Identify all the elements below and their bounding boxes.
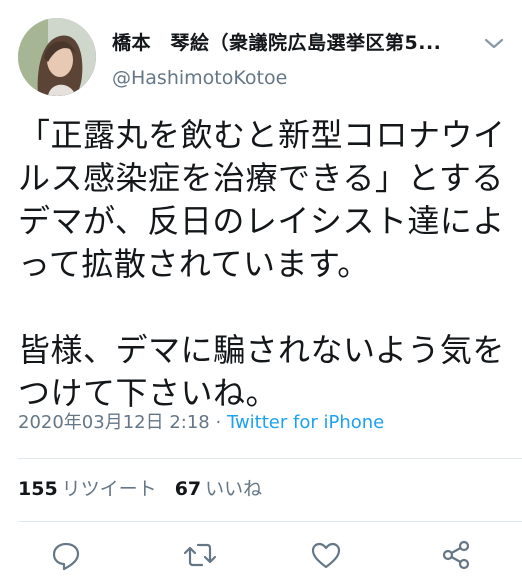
likes-stat[interactable]: 67 いいね <box>175 476 262 502</box>
divider <box>18 521 522 522</box>
tweet-text-line: ルス感染症を治療できる」とする <box>18 159 504 197</box>
tweet-text-line: って拡散されています。 <box>18 245 370 283</box>
tweet-stats: 155 リツイート 67 いいね <box>18 476 262 502</box>
tweet-text: 「正露丸を飲むと新型コロナウイ ルス感染症を治療できる」とする デマが、反日のレ… <box>18 114 510 415</box>
retweet-icon <box>183 543 217 567</box>
tweet-header: 橋本 琴絵（衆議院広島選挙区第5... @HashimotoKotoe <box>18 16 508 98</box>
author-names: 橋本 琴絵（衆議院広島選挙区第5... @HashimotoKotoe <box>112 30 472 90</box>
retweet-button[interactable] <box>180 535 220 575</box>
tweet-timestamp[interactable]: 2020年03月12日 2:18 <box>18 412 210 433</box>
author-handle[interactable]: @HashimotoKotoe <box>112 66 472 90</box>
avatar-photo <box>18 18 96 96</box>
reply-button[interactable] <box>46 535 86 575</box>
retweets-stat[interactable]: 155 リツイート <box>18 476 157 502</box>
like-button[interactable] <box>306 535 346 575</box>
meta-separator: · <box>209 412 227 433</box>
author-display-name[interactable]: 橋本 琴絵（衆議院広島選挙区第5... <box>112 30 472 56</box>
tweet-detail: 橋本 琴絵（衆議院広島選挙区第5... @HashimotoKotoe 「正露丸… <box>0 0 522 588</box>
share-button[interactable] <box>436 535 476 575</box>
tweet-text-line: 「正露丸を飲むと新型コロナウイ <box>18 116 506 154</box>
likes-count: 67 <box>174 478 202 500</box>
tweet-actions <box>0 535 522 575</box>
tweet-meta: 2020年03月12日 2:18 · Twitter for iPhone <box>18 411 384 435</box>
like-heart-icon <box>311 542 341 569</box>
more-options-caret[interactable] <box>482 36 506 52</box>
share-icon <box>442 540 470 570</box>
reply-icon <box>52 542 80 571</box>
tweet-source-link[interactable]: Twitter for iPhone <box>227 412 384 433</box>
avatar[interactable] <box>18 18 96 96</box>
retweets-count: 155 <box>18 478 58 500</box>
retweets-label: リツイート <box>61 478 157 500</box>
chevron-down-icon <box>484 38 504 49</box>
likes-label: いいね <box>205 478 263 500</box>
divider <box>18 458 522 459</box>
tweet-text-line: 皆様、デマに騙されないよう気を <box>18 331 505 369</box>
tweet-text-line: デマが、反日のレイシスト達によ <box>18 202 505 240</box>
tweet-text-line: つけて下さいね。 <box>18 374 279 412</box>
